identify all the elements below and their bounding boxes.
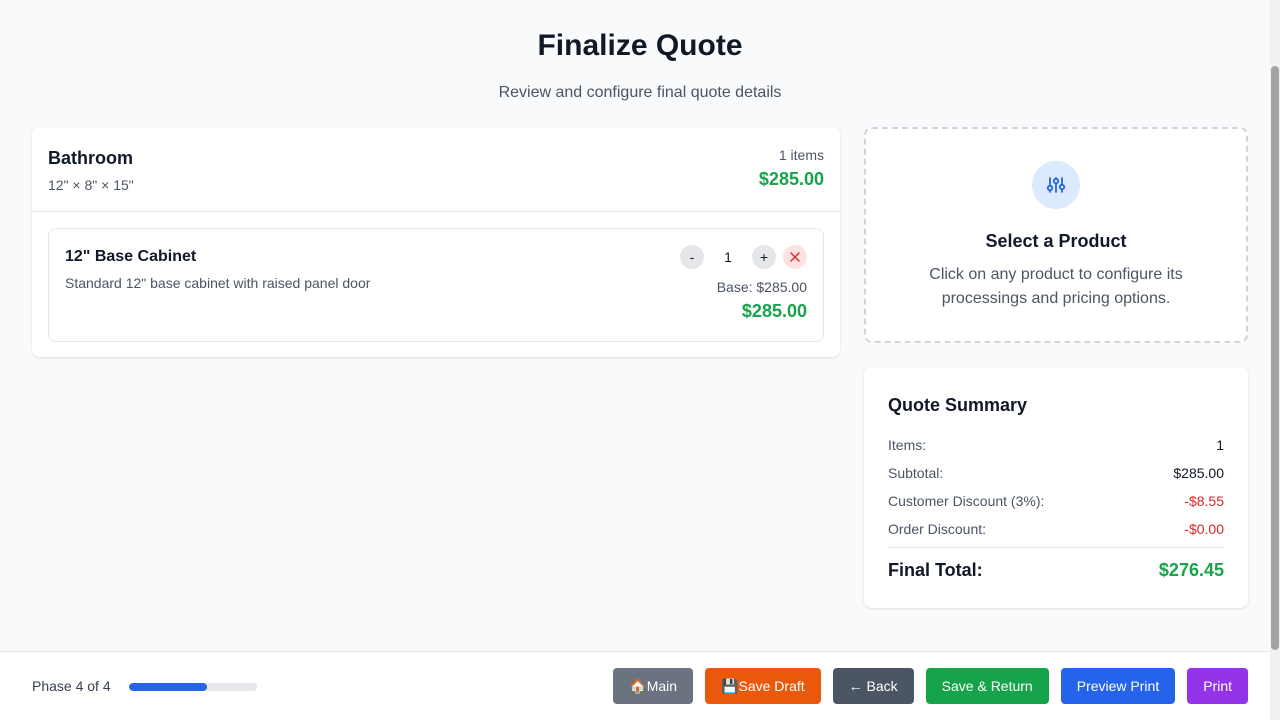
phase-progress-bar — [129, 683, 257, 691]
summary-row-customer-discount: Customer Discount (3%): -$8.55 — [888, 493, 1224, 509]
select-product-title: Select a Product — [985, 231, 1127, 251]
product-description: Standard 12" base cabinet with raised pa… — [65, 275, 371, 291]
summary-value: $285.00 — [1173, 465, 1224, 481]
close-icon — [790, 252, 800, 262]
summary-row-items: Items: 1 — [888, 437, 1224, 453]
page-header: Finalize Quote Review and configure fina… — [0, 28, 1280, 103]
sliders-icon-badge — [1032, 161, 1080, 209]
product-base-price: Base: $285.00 — [716, 279, 807, 295]
remove-product-button[interactable] — [783, 245, 807, 269]
save-draft-button[interactable]: 💾Save Draft — [705, 668, 821, 704]
final-total-label: Final Total: — [888, 560, 983, 580]
summary-label: Order Discount: — [888, 521, 987, 537]
page-title: Finalize Quote — [537, 29, 743, 62]
product-card[interactable]: 12" Base Cabinet Standard 12" base cabin… — [48, 228, 824, 342]
product-name: 12" Base Cabinet — [65, 248, 197, 265]
footer-actions: 🏠Main 💾Save Draft ← Back Save & Return P… — [613, 668, 1248, 704]
room-total: $285.00 — [758, 169, 824, 189]
page-subtitle: Review and configure final quote details — [498, 84, 782, 101]
back-button[interactable]: ← Back — [832, 668, 914, 704]
room-dimensions: 12" × 8" × 15" — [48, 177, 134, 193]
room-item-count: 1 items — [778, 147, 824, 163]
save-and-return-button[interactable]: Save & Return — [925, 668, 1049, 704]
room-name: Bathroom — [48, 148, 133, 168]
print-button[interactable]: Print — [1187, 668, 1248, 704]
final-total-row: Final Total: $276.45 — [888, 560, 1224, 581]
decrease-quantity-button[interactable]: - — [680, 245, 704, 269]
main-button[interactable]: 🏠Main — [613, 668, 694, 704]
quote-summary-card: Quote Summary Items: 1 Subtotal: $285.00… — [864, 367, 1248, 608]
summary-value: 1 — [1216, 437, 1224, 453]
vertical-scrollbar[interactable] — [1270, 0, 1280, 720]
quantity-stepper: - 1 + — [680, 245, 807, 269]
footer-bar: Phase 4 of 4 🏠Main 💾Save Draft ← Back Sa… — [0, 651, 1270, 720]
room-header: Bathroom 12" × 8" × 15" 1 items $285.00 — [32, 127, 840, 212]
sliders-icon — [1046, 177, 1066, 193]
scrollbar-thumb[interactable] — [1271, 66, 1279, 650]
final-total-value: $276.45 — [1158, 560, 1224, 580]
summary-label: Customer Discount (3%): — [888, 493, 1045, 509]
phase-progress-fill — [129, 683, 208, 691]
summary-title: Quote Summary — [888, 395, 1028, 415]
select-product-description: Click on any product to configure its pr… — [929, 266, 1183, 307]
preview-print-button[interactable]: Preview Print — [1060, 668, 1176, 704]
summary-value: -$0.00 — [1184, 521, 1224, 537]
summary-value: -$8.55 — [1184, 493, 1224, 509]
summary-row-subtotal: Subtotal: $285.00 — [888, 465, 1224, 481]
increase-quantity-button[interactable]: + — [752, 245, 776, 269]
summary-label: Items: — [888, 437, 927, 453]
product-total: $285.00 — [741, 301, 807, 321]
summary-label: Subtotal: — [888, 465, 944, 481]
summary-row-order-discount: Order Discount: -$0.00 — [888, 521, 1224, 537]
summary-divider — [888, 547, 1224, 548]
room-card: Bathroom 12" × 8" × 15" 1 items $285.00 … — [32, 127, 840, 357]
select-product-panel: Select a Product Click on any product to… — [864, 127, 1248, 343]
phase-indicator: Phase 4 of 4 — [32, 678, 111, 694]
quantity-value: 1 — [724, 249, 732, 265]
